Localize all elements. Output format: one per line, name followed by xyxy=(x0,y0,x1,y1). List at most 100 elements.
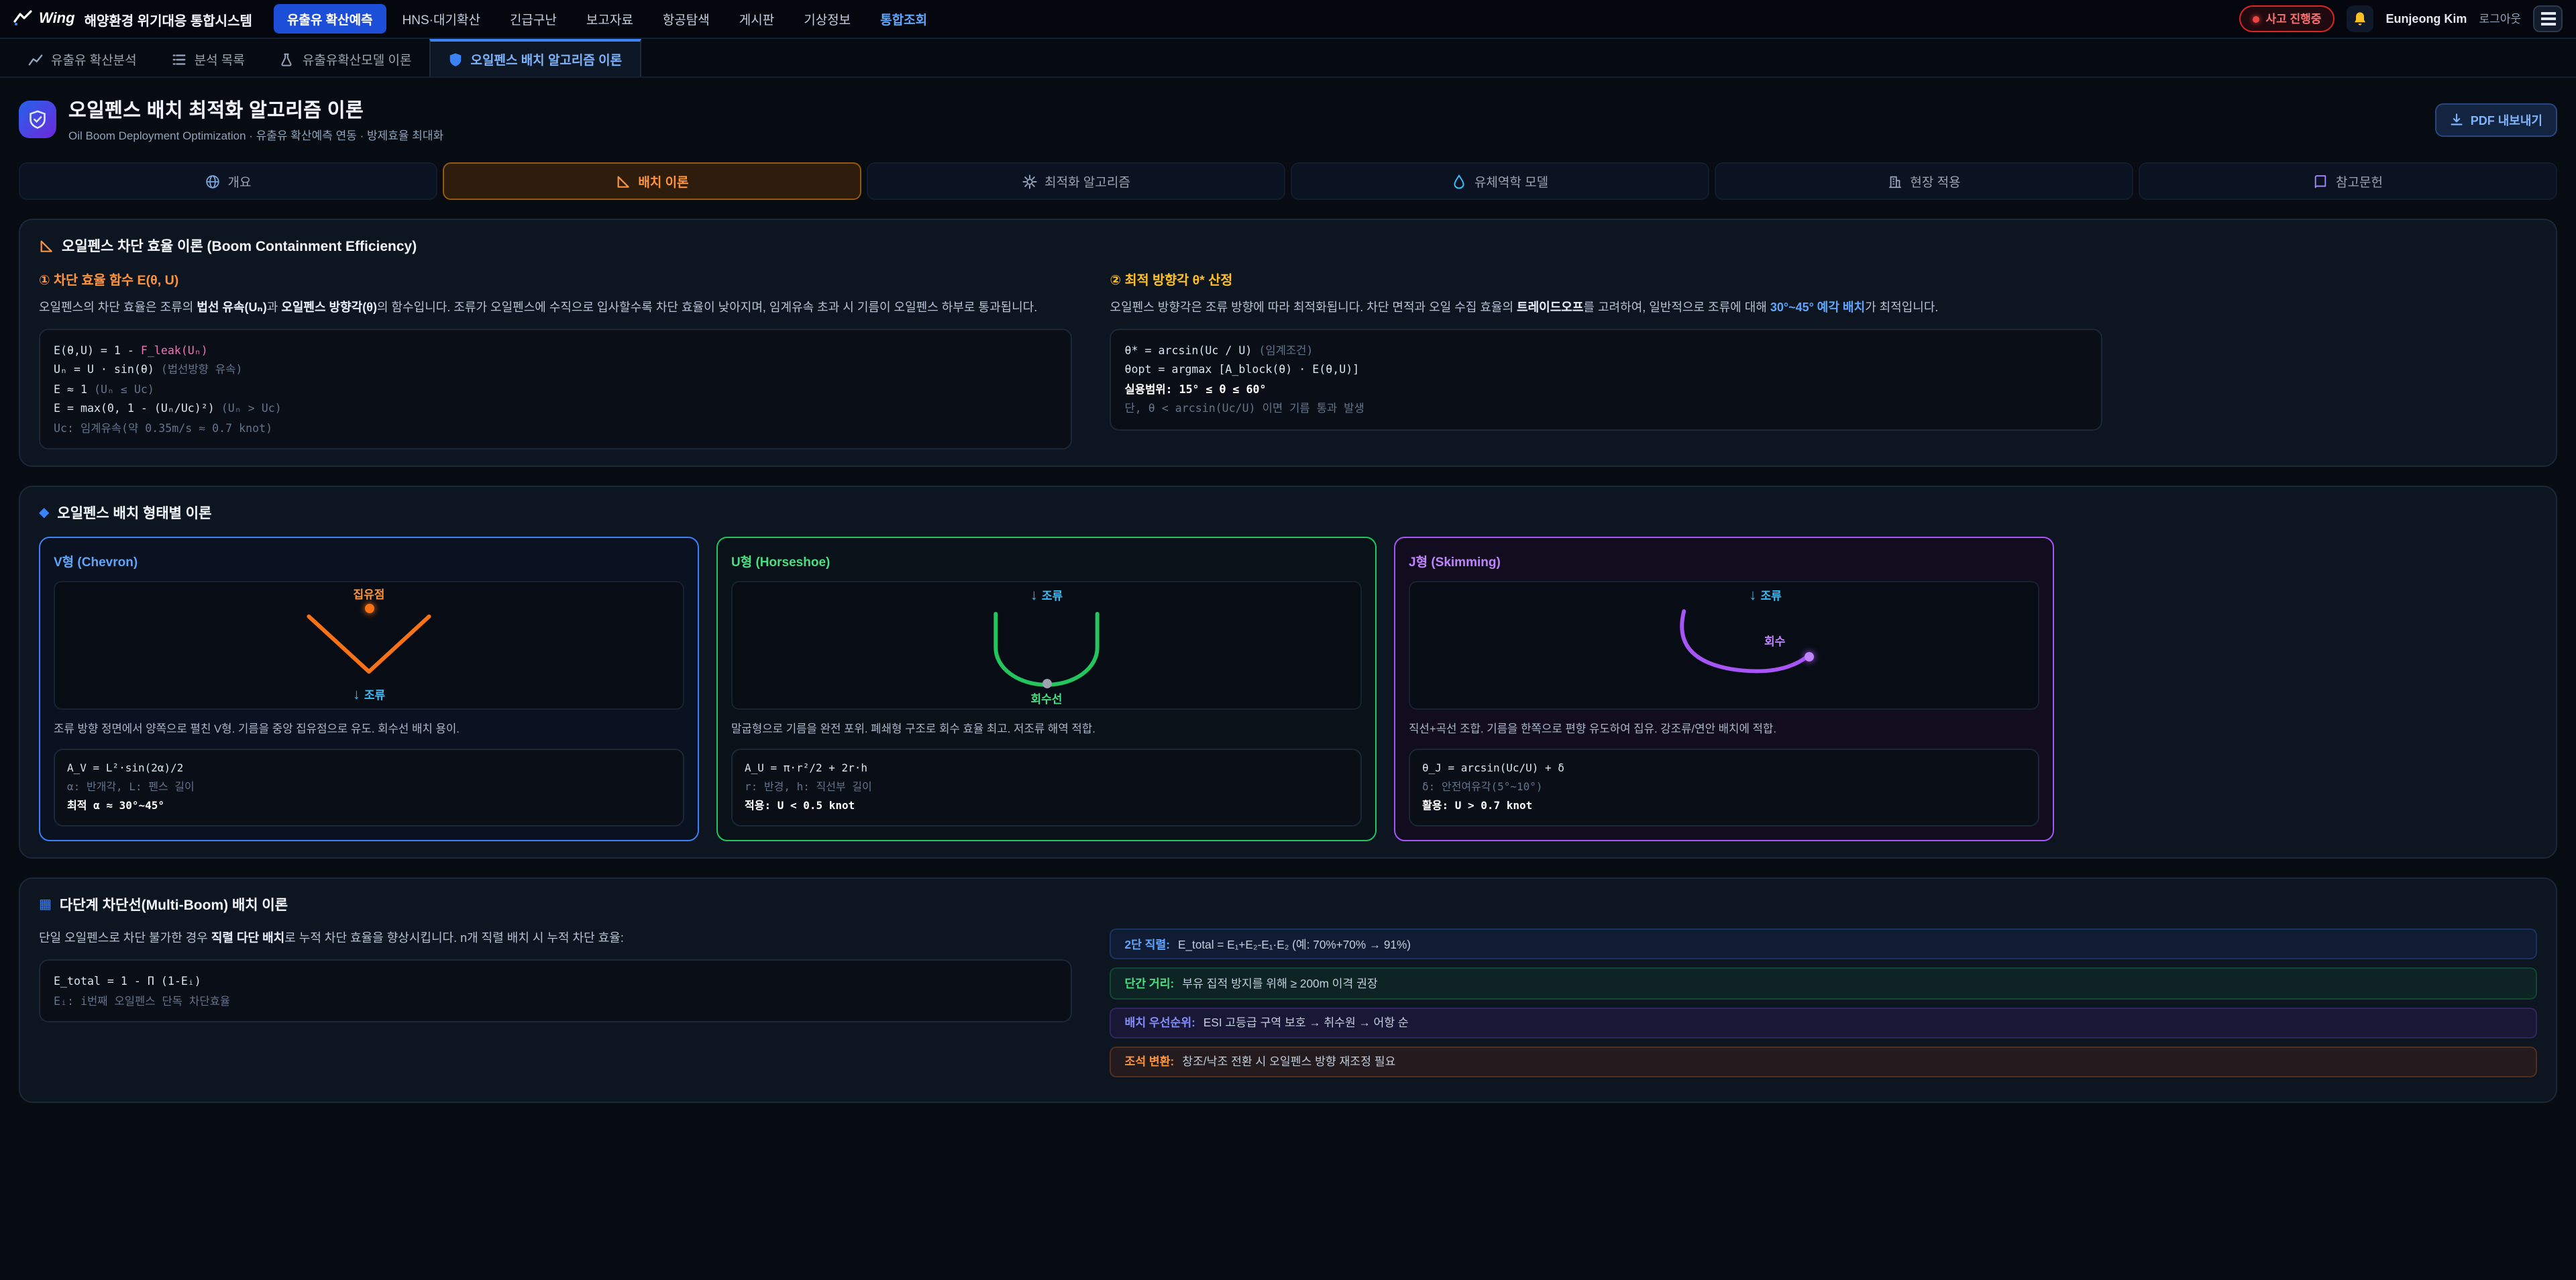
efficiency-function-heading: ① 차단 효율 함수 E(θ, U) xyxy=(39,270,1073,288)
panel2-title-row: ◆ 오일펜스 배치 형태별 이론 xyxy=(39,504,2537,524)
optimal-angle-heading: ② 최적 방향각 θ* 산정 xyxy=(1110,270,2537,288)
panel-boom-shapes: ◆ 오일펜스 배치 형태별 이론 V형 (Chevron) 집유점 ↓조류 조 xyxy=(19,486,2557,859)
set-square-icon xyxy=(615,174,630,189)
page-title: 오일펜스 배치 최적화 알고리즘 이론 xyxy=(68,95,443,123)
optimal-angle-paragraph: 오일펜스 방향각은 조류 방향에 따라 최적화됩니다. 차단 면적과 오일 수집… xyxy=(1110,298,2537,318)
nav-item-oil-spill-prediction[interactable]: 유출유 확산예측 xyxy=(274,4,386,34)
tab-label: 분석 목록 xyxy=(195,50,245,68)
boom-card-chevron: V형 (Chevron) 집유점 ↓조류 조류 방향 정면에서 양쪽으로 펼친 … xyxy=(39,537,699,842)
panel3-title-row: ▦ 다단계 차단선(Multi-Boom) 배치 이론 xyxy=(39,896,2537,916)
tab-analysis-list[interactable]: 분석 목록 xyxy=(154,39,262,76)
secondary-tabbar: 유출유 확산분석 분석 목록 유출유확산모델 이론 오일펜스 배치 알고리즘 이… xyxy=(0,39,2576,78)
nav-item-aerial-search[interactable]: 항공탐색 xyxy=(649,4,723,34)
tab-label: 오일펜스 배치 알고리즘 이론 xyxy=(471,50,623,68)
multi-boom-formula-block: E_total = 1 - Π (1-Eᵢ) Eᵢ: i번째 오일펜스 단독 차… xyxy=(39,960,1073,1023)
section-tab-label: 참고문헌 xyxy=(2336,172,2383,191)
page-icon xyxy=(19,101,56,138)
section-tab-label: 배치 이론 xyxy=(638,172,688,191)
horseshoe-card-title: U형 (Horseshoe) xyxy=(731,552,1362,571)
rule-row-spacing: 단간 거리:부유 집적 방지를 위해 ≥ 200m 이격 권장 xyxy=(1110,968,2537,999)
shield-badge-icon xyxy=(28,110,47,129)
horseshoe-formula-block: A_U = π·r²/2 + 2r·h r: 반경, h: 직선부 길이 적용:… xyxy=(731,749,1362,827)
boom-card-horseshoe: U형 (Horseshoe) ↓조류 회수선 말굽형으로 기름을 완전 포위. … xyxy=(716,537,1377,842)
nav-item-emergency-rescue[interactable]: 긴급구난 xyxy=(496,4,570,34)
section-tabs: 개요 배치 이론 최적화 알고리즘 유체역학 모델 xyxy=(19,162,2557,200)
chevron-formula-block: A_V = L²·sin(2α)/2 α: 반개각, L: 펜스 길이 최적 α… xyxy=(54,749,684,827)
logout-button[interactable]: 로그아웃 xyxy=(2479,11,2521,27)
panel2-title: 오일펜스 배치 형태별 이론 xyxy=(57,504,211,524)
nav-item-board[interactable]: 게시판 xyxy=(726,4,788,34)
chevron-card-title: V형 (Chevron) xyxy=(54,552,684,571)
wing-logo-icon xyxy=(13,9,32,28)
tab-spill-analysis[interactable]: 유출유 확산분석 xyxy=(11,39,154,76)
brand-name: Wing xyxy=(39,11,75,27)
page-header: 오일펜스 배치 최적화 알고리즘 이론 Oil Boom Deployment … xyxy=(19,95,2557,144)
nav-item-reports[interactable]: 보고자료 xyxy=(573,4,647,34)
rule-row-series: 2단 직렬:E_total = E₁+E₂-E₁·E₂ (예: 70%+70% … xyxy=(1110,929,2537,960)
set-square-icon xyxy=(39,239,54,254)
droplet-icon xyxy=(1452,174,1466,189)
page-subtitle: Oil Boom Deployment Optimization · 유출유 확… xyxy=(68,127,443,144)
pdf-export-button[interactable]: PDF 내보내기 xyxy=(2436,103,2557,136)
notifications-button[interactable] xyxy=(2347,5,2373,32)
recovery-label: 회수 xyxy=(1764,634,1785,650)
page-content: 오일펜스 배치 최적화 알고리즘 이론 Oil Boom Deployment … xyxy=(0,78,2576,1102)
diamond-icon: ◆ xyxy=(39,506,49,521)
user-name[interactable]: Eunjeong Kim xyxy=(2385,12,2467,25)
panel-multi-boom: ▦ 다단계 차단선(Multi-Boom) 배치 이론 단일 오일펜스로 차단 … xyxy=(19,878,2557,1102)
tab-diffusion-model-theory[interactable]: 유출유확산모델 이론 xyxy=(262,39,429,76)
efficiency-function-column: ① 차단 효율 함수 E(θ, U) 오일펜스의 차단 효율은 조류의 법선 유… xyxy=(39,270,1073,450)
tab-boom-algorithm-theory[interactable]: 오일펜스 배치 알고리즘 이론 xyxy=(429,39,641,76)
nav-right-cluster: 사고 진행중 Eunjeong Kim 로그아웃 xyxy=(2239,5,2563,32)
skimming-diagram: ↓조류 회수 xyxy=(1409,582,2039,710)
section-tab-deployment-theory[interactable]: 배치 이론 xyxy=(443,162,861,200)
incident-badge-label: 사고 진행중 xyxy=(2266,11,2322,27)
section-tab-overview[interactable]: 개요 xyxy=(19,162,437,200)
panel1-title-row: 오일펜스 차단 효율 이론 (Boom Containment Efficien… xyxy=(39,236,2537,256)
skimming-description: 직선+곡선 조합. 기름을 한쪽으로 편향 유도하여 집유. 강조류/연안 배치… xyxy=(1409,721,2039,739)
current-label: ↓조류 xyxy=(55,688,683,704)
incident-status-badge: 사고 진행중 xyxy=(2239,5,2335,32)
panel1-title: 오일펜스 차단 효율 이론 (Boom Containment Efficien… xyxy=(62,236,417,256)
horseshoe-shape xyxy=(733,583,1360,709)
nav-item-integrated-search[interactable]: 통합조회 xyxy=(867,4,941,34)
main-nav-menu: 유출유 확산예측 HNS·대기확산 긴급구난 보고자료 항공탐색 게시판 기상정… xyxy=(274,4,941,34)
skimming-card-title: J형 (Skimming) xyxy=(1409,552,2039,571)
horseshoe-description: 말굽형으로 기름을 완전 포위. 폐쇄형 구조로 회수 효율 최고. 저조류 해… xyxy=(731,721,1362,739)
app-root: Wing 해양환경 위기대응 통합시스템 유출유 확산예측 HNS·대기확산 긴… xyxy=(0,0,2576,1280)
multi-boom-rules-column: 2단 직렬:E_total = E₁+E₂-E₁·E₂ (예: 70%+70% … xyxy=(1110,929,2537,1085)
brand[interactable]: Wing 해양환경 위기대응 통합시스템 xyxy=(13,9,252,29)
globe-icon xyxy=(205,174,220,189)
download-icon xyxy=(2451,113,2464,126)
tab-label: 유출유확산모델 이론 xyxy=(303,50,412,68)
tab-label: 유출유 확산분석 xyxy=(51,50,137,68)
section-tab-hydrodynamic-model[interactable]: 유체역학 모델 xyxy=(1291,162,1709,200)
page-title-block: 오일펜스 배치 최적화 알고리즘 이론 Oil Boom Deployment … xyxy=(68,95,443,144)
hamburger-menu-button[interactable] xyxy=(2533,5,2563,32)
horseshoe-diagram: ↓조류 회수선 xyxy=(731,582,1362,710)
multi-boom-left-column: 단일 오일펜스로 차단 불가한 경우 직렬 다단 배치로 누적 차단 효율을 향… xyxy=(39,929,1073,1023)
building-icon xyxy=(1887,174,1902,189)
section-tab-label: 최적화 알고리즘 xyxy=(1044,172,1130,191)
nav-item-hns-air-diffusion[interactable]: HNS·대기확산 xyxy=(389,4,494,34)
flask-icon xyxy=(280,52,294,66)
section-tab-label: 현장 적용 xyxy=(1910,172,1960,191)
multi-boom-paragraph: 단일 오일펜스로 차단 불가한 경우 직렬 다단 배치로 누적 차단 효율을 향… xyxy=(39,929,1073,949)
nav-item-weather[interactable]: 기상정보 xyxy=(790,4,864,34)
section-tab-references[interactable]: 참고문헌 xyxy=(2139,162,2557,200)
rule-row-tide: 조석 변환:창조/낙조 전환 시 오일펜스 방향 재조정 필요 xyxy=(1110,1046,2537,1077)
shield-icon xyxy=(448,52,463,66)
rule-row-priority: 배치 우선순위:ESI 고등급 구역 보호 → 취수원 → 어항 순 xyxy=(1110,1007,2537,1038)
pdf-export-label: PDF 내보내기 xyxy=(2471,111,2542,128)
j-boom-shape xyxy=(1410,583,2038,709)
bell-icon xyxy=(2352,11,2368,27)
chart-line-icon xyxy=(28,52,43,66)
chevron-diagram: 집유점 ↓조류 xyxy=(54,582,684,710)
collect-point-label: 집유점 xyxy=(55,587,683,603)
list-icon xyxy=(172,52,186,66)
efficiency-function-paragraph: 오일펜스의 차단 효율은 조류의 법선 유속(Uₙ)과 오일펜스 방향각(θ)의… xyxy=(39,298,1073,318)
panel3-title: 다단계 차단선(Multi-Boom) 배치 이론 xyxy=(60,896,288,916)
section-tab-field-application[interactable]: 현장 적용 xyxy=(1715,162,2133,200)
section-tab-label: 개요 xyxy=(228,172,252,191)
section-tab-optimization-algorithm[interactable]: 최적화 알고리즘 xyxy=(867,162,1285,200)
